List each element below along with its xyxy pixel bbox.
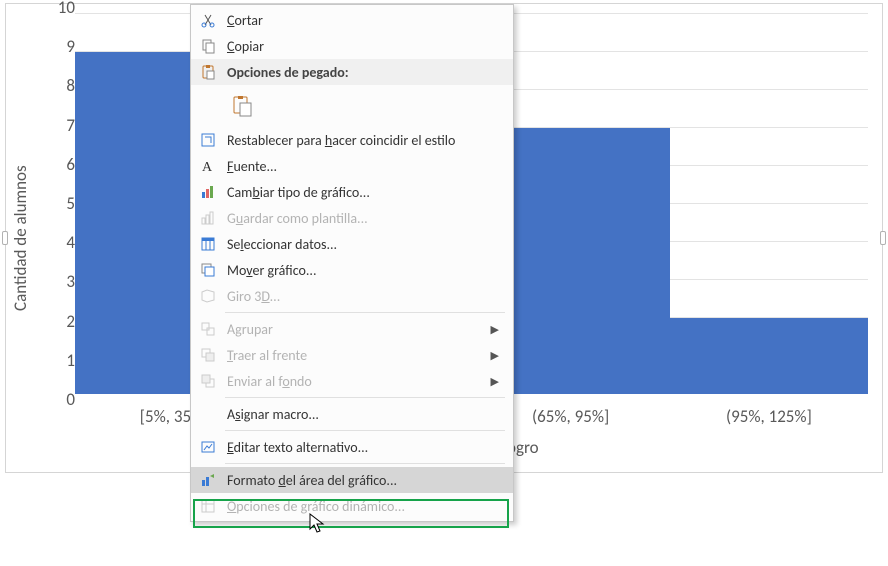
menu-rotate-3d: Giro 3D... [191, 283, 513, 309]
menu-pivot-options-label: Opciones de gráfico dinámico... [227, 498, 499, 515]
save-template-icon [197, 208, 219, 228]
group-icon [197, 319, 219, 339]
pivot-icon [197, 496, 219, 516]
context-menu: Cortar Copiar Opciones de pegado: Restab… [190, 4, 514, 522]
menu-save-template: Guardar como plantilla... [191, 205, 513, 231]
submenu-arrow-icon: ▶ [491, 323, 499, 336]
clipboard-icon [197, 62, 219, 82]
menu-send-back-label: Enviar al fondo [227, 373, 485, 390]
menu-bring-front-label: Traer al frente [227, 347, 485, 364]
menu-pivot-options: Opciones de gráfico dinámico... [191, 493, 513, 519]
y-axis-ticks: 10 9 8 7 6 5 4 3 2 1 0 [41, 4, 75, 400]
menu-assign-macro-label: Asignar macro... [227, 406, 499, 423]
format-icon [197, 470, 219, 490]
menu-move-chart[interactable]: Mover gráfico... [191, 257, 513, 283]
menu-reset-style-label: Restablecer para hacer coincidir el esti… [227, 132, 499, 149]
bar-3[interactable] [670, 318, 868, 394]
submenu-arrow-icon: ▶ [491, 349, 499, 362]
menu-rotate-3d-label: Giro 3D... [227, 288, 499, 305]
rotate-3d-icon [197, 286, 219, 306]
menu-font[interactable]: A Fuente... [191, 153, 513, 179]
paste-option-icon[interactable] [227, 91, 257, 121]
menu-select-data-label: Seleccionar datos... [227, 236, 499, 253]
font-icon: A [197, 156, 219, 176]
menu-alt-text-label: Editar texto alternativo... [227, 439, 499, 456]
bring-front-icon [197, 345, 219, 365]
menu-save-template-label: Guardar como plantilla... [227, 210, 499, 227]
menu-assign-macro[interactable]: Asignar macro... [191, 401, 513, 427]
reset-style-icon [197, 130, 219, 150]
menu-font-label: Fuente... [227, 158, 499, 175]
scissors-icon [197, 10, 219, 30]
select-data-icon [197, 234, 219, 254]
menu-bring-front: Traer al frente ▶ [191, 342, 513, 368]
menu-change-chart-type-label: Cambiar tipo de gráfico... [227, 184, 499, 201]
menu-paste-header-label: Opciones de pegado: [227, 64, 499, 81]
blank-icon [197, 404, 219, 424]
resize-handle-right[interactable] [880, 231, 886, 245]
menu-format-chart-area-label: Formato del área del gráfico... [227, 472, 499, 489]
menu-group-label: Agrupar [227, 321, 485, 338]
svg-text:A: A [202, 160, 213, 174]
menu-format-chart-area[interactable]: Formato del área del gráfico... [191, 467, 513, 493]
menu-cut[interactable]: Cortar [191, 7, 513, 33]
move-chart-icon [197, 260, 219, 280]
y-axis-title: Cantidad de alumnos [6, 4, 41, 472]
menu-copy-label: Copiar [227, 38, 499, 55]
menu-alt-text[interactable]: Editar texto alternativo... [191, 434, 513, 460]
menu-copy[interactable]: Copiar [191, 33, 513, 59]
menu-select-data[interactable]: Seleccionar datos... [191, 231, 513, 257]
menu-move-chart-label: Mover gráfico... [227, 262, 499, 279]
menu-send-back: Enviar al fondo ▶ [191, 368, 513, 394]
send-back-icon [197, 371, 219, 391]
menu-group: Agrupar ▶ [191, 316, 513, 342]
menu-cut-label: Cortar [227, 12, 499, 29]
menu-reset-style[interactable]: Restablecer para hacer coincidir el esti… [191, 127, 513, 153]
chart-type-icon [197, 182, 219, 202]
menu-change-chart-type[interactable]: Cambiar tipo de gráfico... [191, 179, 513, 205]
menu-paste-header: Opciones de pegado: [191, 59, 513, 85]
submenu-arrow-icon: ▶ [491, 375, 499, 388]
alt-text-icon [197, 437, 219, 457]
paste-options-row [191, 85, 513, 127]
copy-icon [197, 36, 219, 56]
